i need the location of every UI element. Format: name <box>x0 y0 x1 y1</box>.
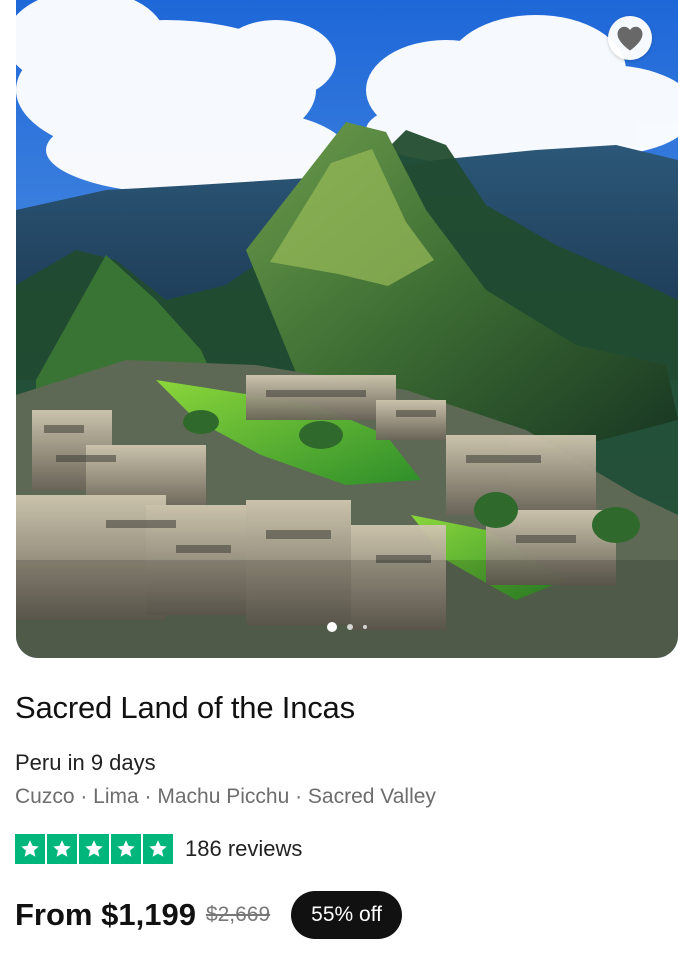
tour-title[interactable]: Sacred Land of the Incas <box>15 690 355 726</box>
price-row: From $1,199 $2,669 55% off <box>15 890 403 940</box>
tour-destinations: Cuzco · Lima · Machu Picchu · Sacred Val… <box>15 785 436 808</box>
original-price: $2,669 <box>205 903 271 926</box>
star-icon <box>79 834 109 864</box>
favorite-button[interactable] <box>608 16 652 60</box>
star-icon <box>15 834 45 864</box>
carousel-indicator <box>16 622 678 632</box>
tour-image <box>16 0 678 658</box>
star-rating <box>15 834 173 864</box>
discount-badge: 55% off <box>291 891 403 939</box>
rating-row[interactable]: 186 reviews <box>15 834 302 864</box>
tour-duration: Peru in 9 days <box>15 750 156 775</box>
star-icon <box>143 834 173 864</box>
star-icon <box>47 834 77 864</box>
review-count[interactable]: 186 reviews <box>185 836 302 862</box>
carousel-dot[interactable] <box>363 625 367 629</box>
star-icon <box>111 834 141 864</box>
tour-card[interactable]: Sacred Land of the Incas Peru in 9 days … <box>0 0 680 960</box>
carousel-dot-active[interactable] <box>327 622 337 632</box>
heart-icon <box>617 26 643 51</box>
carousel-dot[interactable] <box>347 624 353 630</box>
tour-image-carousel[interactable] <box>16 0 678 658</box>
current-price: From $1,199 <box>15 897 196 932</box>
